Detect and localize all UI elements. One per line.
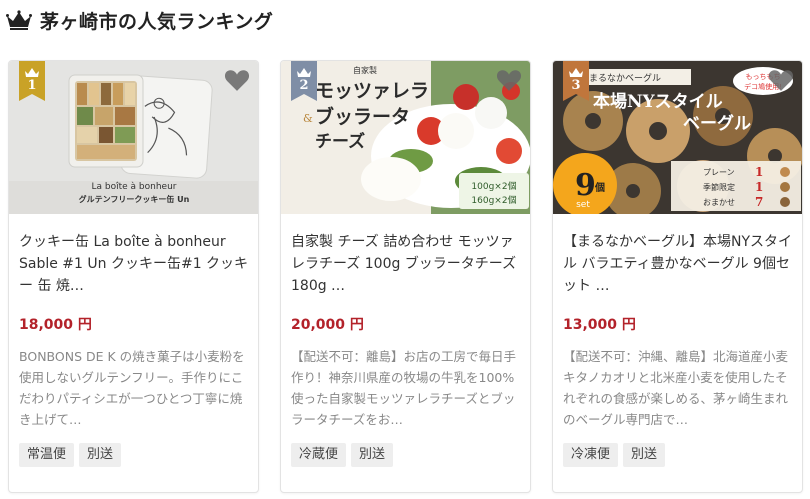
rank-badge: 3 bbox=[563, 61, 589, 101]
tag-separate-shipping: 別送 bbox=[79, 443, 122, 467]
product-title[interactable]: 【まるなかベーグル】本場NYスタイル バラエティ豊かなベーグル 9個セット … bbox=[563, 231, 795, 297]
image-row-3: おまかせ bbox=[703, 198, 735, 207]
image-count-unit: 個 bbox=[594, 181, 605, 194]
heart-icon[interactable] bbox=[224, 68, 250, 92]
rank-number: 3 bbox=[571, 78, 581, 93]
rank-badge: 1 bbox=[19, 61, 45, 101]
image-row-2-count: 1 bbox=[755, 180, 763, 194]
image-heading-3: チーズ bbox=[315, 131, 365, 152]
image-heading-1: モッツァレラ bbox=[315, 80, 429, 102]
tag-shipping-temp: 常温便 bbox=[19, 443, 75, 467]
svg-text:&: & bbox=[303, 112, 313, 125]
product-price: 18,000 円 bbox=[19, 317, 92, 333]
image-caption-line1: La boîte à bonheur bbox=[92, 182, 177, 192]
tag-separate-shipping: 別送 bbox=[351, 443, 394, 467]
ranking-card-1[interactable]: La boîte à bonheur グルテンフリークッキー缶 Un 1 クッキ… bbox=[8, 60, 259, 493]
ranking-card-3[interactable]: まるなかベーグル 本場NYスタイル ベーグル もっちもち デコ鳩使用! 9 個 … bbox=[552, 60, 803, 493]
product-image[interactable]: La boîte à bonheur グルテンフリークッキー缶 Un bbox=[9, 61, 258, 214]
image-small-label: 自家製 bbox=[353, 65, 377, 75]
rank-number: 1 bbox=[27, 78, 37, 93]
product-title[interactable]: 自家製 チーズ 詰め合わせ モッツァレラチーズ 100g ブッラータチーズ180… bbox=[291, 231, 523, 297]
rank-number: 2 bbox=[299, 78, 309, 93]
image-row-1-count: 1 bbox=[755, 165, 763, 179]
tag-list: 冷蔵便 別送 bbox=[291, 443, 394, 467]
product-description: 【配送不可：離島】お店の工房で毎日手作り！神奈川県産の牧場の牛乳を100%使った… bbox=[291, 349, 517, 427]
image-heading-1: 本場NYスタイル bbox=[593, 91, 723, 112]
product-image[interactable]: 100g×2個 160g×2個 自家製 モッツァレラ & ブッラータ チーズ bbox=[281, 61, 530, 214]
image-amount-1: 100g×2個 bbox=[471, 180, 516, 192]
ranking-card-2[interactable]: 100g×2個 160g×2個 自家製 モッツァレラ & ブッラータ チーズ 2… bbox=[280, 60, 531, 493]
product-price: 13,000 円 bbox=[563, 317, 636, 333]
tag-shipping-temp: 冷蔵便 bbox=[291, 443, 347, 467]
image-amount-2: 160g×2個 bbox=[471, 194, 516, 206]
tag-list: 常温便 別送 bbox=[19, 443, 122, 467]
product-price: 20,000 円 bbox=[291, 317, 364, 333]
image-row-3-count: 7 bbox=[755, 195, 763, 209]
tag-shipping-temp: 冷凍便 bbox=[563, 443, 619, 467]
image-caption-line2: グルテンフリークッキー缶 Un bbox=[79, 194, 190, 204]
heart-icon[interactable] bbox=[496, 68, 522, 92]
product-image[interactable]: まるなかベーグル 本場NYスタイル ベーグル もっちもち デコ鳩使用! 9 個 … bbox=[553, 61, 802, 214]
tag-list: 冷凍便 別送 bbox=[563, 443, 666, 467]
image-brand: まるなかベーグル bbox=[589, 72, 661, 84]
product-title[interactable]: クッキー缶 La boîte à bonheur Sable #1 Un クッキ… bbox=[19, 231, 251, 297]
rank-badge: 2 bbox=[291, 61, 317, 101]
image-heading-2: ベーグル bbox=[683, 113, 751, 134]
image-heading-2: ブッラータ bbox=[315, 105, 410, 128]
image-row-1: プレーン bbox=[703, 168, 735, 177]
ranking-header: 茅ヶ崎市の人気ランキング bbox=[6, 5, 273, 35]
tag-separate-shipping: 別送 bbox=[623, 443, 666, 467]
crown-icon bbox=[6, 10, 32, 30]
image-row-2: 季節限定 bbox=[703, 182, 735, 192]
section-title: 茅ヶ崎市の人気ランキング bbox=[40, 10, 274, 33]
image-count: 9 bbox=[575, 168, 596, 203]
product-description: BONBONS DE K の焼き菓子は小麦粉を使用しないグルテンフリー。手作りに… bbox=[19, 349, 245, 427]
heart-icon[interactable] bbox=[768, 68, 794, 92]
image-set-label: set bbox=[576, 200, 590, 210]
product-description: 【配送不可：沖縄、離島】北海道産小麦キタノカオリと北米産小麦を使用したそれぞれの… bbox=[563, 349, 789, 427]
